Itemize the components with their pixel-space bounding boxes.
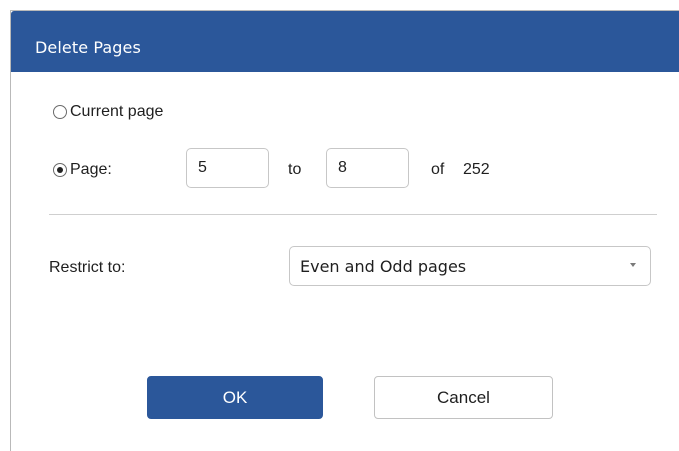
delete-pages-dialog: Delete Pages Current page Page: 5 to 8 o…: [10, 10, 679, 451]
restrict-to-selected-value: Even and Odd pages: [300, 256, 467, 276]
dialog-title: Delete Pages: [35, 38, 141, 57]
current-page-radio[interactable]: [53, 105, 67, 119]
of-label: of: [431, 161, 445, 178]
page-range-label: Page:: [70, 161, 112, 178]
restrict-to-select[interactable]: Even and Odd pages: [289, 246, 651, 286]
page-range-radio[interactable]: [53, 163, 67, 177]
chevron-down-icon[interactable]: [630, 263, 636, 267]
total-pages-count: 252: [463, 161, 490, 178]
to-label: to: [288, 161, 302, 178]
page-from-input[interactable]: 5: [186, 148, 269, 188]
current-page-option[interactable]: Current page: [53, 103, 163, 121]
section-divider: [49, 214, 657, 215]
page-to-input[interactable]: 8: [326, 148, 409, 188]
restrict-to-label: Restrict to:: [49, 259, 126, 276]
ok-button[interactable]: OK: [147, 376, 323, 419]
cancel-button[interactable]: Cancel: [374, 376, 553, 419]
page-range-option[interactable]: Page:: [53, 161, 112, 179]
dialog-title-bar: Delete Pages: [11, 11, 679, 72]
radio-selected-dot: [57, 167, 63, 173]
current-page-label: Current page: [70, 103, 164, 120]
